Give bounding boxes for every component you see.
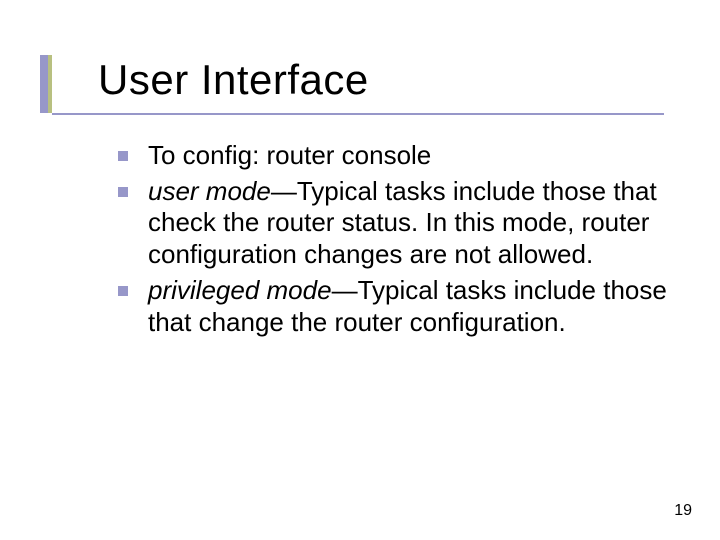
square-bullet-icon <box>118 286 128 296</box>
accent-bar <box>40 55 48 113</box>
slide-title: User Interface <box>98 56 369 104</box>
accent-bar-inner <box>48 55 52 113</box>
bullet-item: user mode—Typical tasks include those th… <box>118 176 678 271</box>
page-number: 19 <box>674 502 692 520</box>
title-underline <box>52 113 664 115</box>
square-bullet-icon <box>118 151 128 161</box>
slide-body: To config: router console user mode—Typi… <box>118 140 678 342</box>
bullet-text: To config: router console <box>148 140 431 170</box>
square-bullet-icon <box>118 187 128 197</box>
bullet-item: To config: router console <box>118 140 678 172</box>
bullet-item: privileged mode—Typical tasks include th… <box>118 275 678 338</box>
bullet-prefix: privileged mode <box>148 275 332 305</box>
bullet-prefix: user mode <box>148 176 271 206</box>
slide: User Interface To config: router console… <box>0 0 720 540</box>
